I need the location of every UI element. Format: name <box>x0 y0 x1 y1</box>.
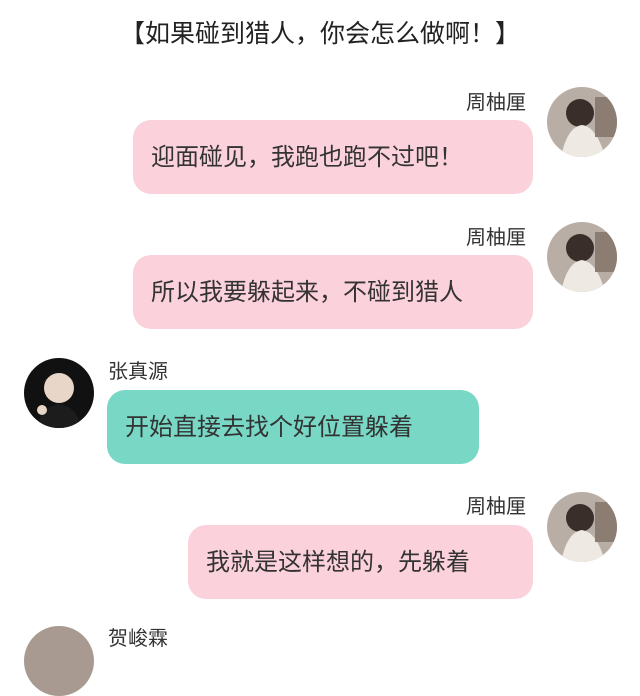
sender-name: 周柚厘 <box>466 225 526 249</box>
avatar[interactable] <box>24 626 94 696</box>
avatar[interactable] <box>547 87 617 157</box>
message-bubble[interactable]: 我就是这样想的，先躲着 <box>188 525 533 599</box>
message-bubble[interactable]: 迎面碰见，我跑也跑不过吧！ <box>133 120 533 194</box>
sender-name: 周柚厘 <box>466 494 526 518</box>
avatar[interactable] <box>24 358 94 428</box>
avatar[interactable] <box>547 222 617 292</box>
sender-name: 张真源 <box>108 359 168 383</box>
chat-header-title: 【如果碰到猎人，你会怎么做啊！】 <box>119 19 520 48</box>
sender-name: 周柚厘 <box>466 90 526 114</box>
sender-name: 贺峻霖 <box>108 626 168 650</box>
message-bubble[interactable]: 所以我要躲起来，不碰到猎人 <box>133 255 533 329</box>
avatar[interactable] <box>547 492 617 562</box>
message-bubble[interactable]: 开始直接去找个好位置躲着 <box>107 390 479 464</box>
